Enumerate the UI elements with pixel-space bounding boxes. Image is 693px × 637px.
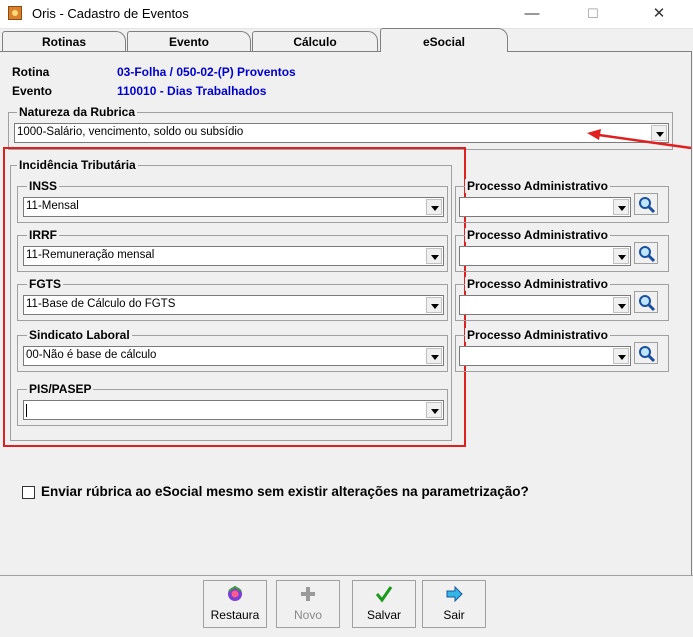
plus-icon	[301, 587, 315, 601]
evento-value: 110010 - Dias Trabalhados	[117, 84, 267, 98]
magnifier-icon	[639, 295, 656, 312]
enviar-checkbox-label[interactable]: Enviar rúbrica ao eSocial mesmo sem exis…	[41, 484, 529, 499]
toolbar-separator	[0, 575, 693, 576]
natureza-legend: Natureza da Rubrica	[17, 105, 138, 119]
sair-button[interactable]: Sair	[422, 580, 486, 628]
tab-calculo[interactable]: Cálculo	[252, 31, 378, 51]
highlight-box	[3, 147, 466, 447]
maximize-button[interactable]: ☐	[570, 0, 616, 28]
exit-arrow-icon	[446, 585, 463, 603]
salvar-button[interactable]: Salvar	[352, 580, 416, 628]
chevron-down-icon[interactable]	[613, 297, 629, 313]
enviar-checkbox[interactable]	[22, 486, 35, 499]
sair-label: Sair	[443, 608, 465, 622]
search-button-fgts[interactable]	[634, 291, 658, 313]
rotina-label: Rotina	[12, 65, 50, 79]
tab-esocial[interactable]: eSocial	[380, 28, 508, 52]
search-button-sindicato[interactable]	[634, 342, 658, 364]
app-icon	[8, 6, 22, 20]
processo-select-sindicato[interactable]	[459, 346, 631, 366]
processo-legend-sindicato: Processo Administrativo	[465, 328, 610, 342]
magnifier-icon	[639, 346, 656, 363]
search-button-inss[interactable]	[634, 193, 658, 215]
natureza-select-value: 1000-Salário, vencimento, soldo ou subsí…	[17, 126, 244, 138]
magnifier-icon	[639, 246, 656, 263]
chevron-down-icon[interactable]	[613, 348, 629, 364]
processo-select-fgts[interactable]	[459, 295, 631, 315]
close-button[interactable]: ✕	[636, 0, 682, 28]
restore-icon	[228, 585, 242, 601]
minimize-button[interactable]: —	[509, 0, 555, 28]
tab-rotinas[interactable]: Rotinas	[2, 31, 126, 51]
annotation-arrow	[587, 129, 692, 150]
window-title: Oris - Cadastro de Eventos	[32, 6, 189, 21]
novo-label: Novo	[293, 608, 322, 622]
restaura-button[interactable]: Restaura	[203, 580, 267, 628]
processo-select-irrf[interactable]	[459, 246, 631, 266]
checkmark-icon	[375, 586, 393, 603]
novo-button[interactable]: Novo	[276, 580, 340, 628]
evento-label: Evento	[12, 84, 53, 98]
search-button-irrf[interactable]	[634, 242, 658, 264]
natureza-select[interactable]: 1000-Salário, vencimento, soldo ou subsí…	[14, 123, 669, 143]
rotina-value: 03-Folha / 050-02-(P) Proventos	[117, 65, 296, 79]
processo-legend-inss: Processo Administrativo	[465, 179, 610, 193]
processo-select-inss[interactable]	[459, 197, 631, 217]
salvar-label: Salvar	[366, 608, 401, 622]
magnifier-icon	[639, 197, 656, 214]
tab-evento[interactable]: Evento	[127, 31, 251, 51]
chevron-down-icon[interactable]	[613, 199, 629, 215]
processo-legend-fgts: Processo Administrativo	[465, 277, 610, 291]
restaura-label: Restaura	[210, 608, 260, 622]
processo-legend-irrf: Processo Administrativo	[465, 228, 610, 242]
chevron-down-icon[interactable]	[613, 248, 629, 264]
